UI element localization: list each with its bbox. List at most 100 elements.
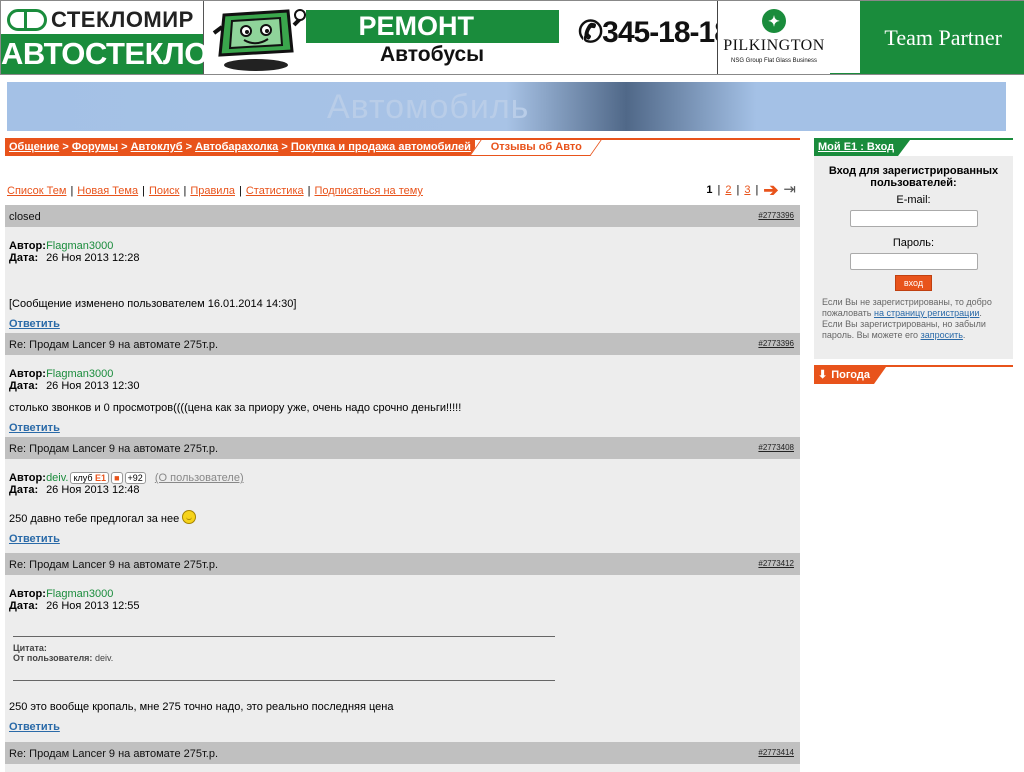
post-header: Re: Продам Lancer 9 на автомате 275т.р. … <box>5 333 800 355</box>
rating-badge[interactable]: +92 <box>124 472 146 484</box>
breadcrumb-current[interactable]: Отзывы об Авто <box>469 140 602 156</box>
reply-link[interactable]: Ответить <box>9 533 60 545</box>
brand-top: СТЕКЛОМИР <box>51 6 194 32</box>
post-header: closed #2773396 <box>5 205 800 227</box>
login-button[interactable]: вход <box>894 275 933 291</box>
login-form: Вход для зарегистрированных пользователе… <box>814 156 1013 359</box>
secondary-banner[interactable]: Автомобиль <box>7 82 1006 131</box>
post-date: 26 Ноя 2013 12:48 <box>46 484 140 496</box>
ad-phone: ✆345-18-18 <box>578 16 718 49</box>
reply-link[interactable]: Ответить <box>9 318 60 330</box>
post-title: Re: Продам Lancer 9 на автомате 275т.р. <box>9 748 219 760</box>
login-title: Вход для зарегистрированных пользователе… <box>828 165 999 189</box>
smiley-icon <box>182 510 197 524</box>
statistics-link[interactable]: Статистика <box>246 185 304 197</box>
pilkington-emblem-icon: ✦ <box>762 9 786 33</box>
post-meta: Автор: Flagman3000 <box>9 240 114 252</box>
post-id-link[interactable]: #2773396 <box>758 211 794 220</box>
steklomir-logo[interactable]: СТЕКЛОМИР АВТОСТЕКЛО <box>1 1 208 74</box>
next-page-icon[interactable]: ➔ <box>763 181 778 199</box>
quote-user: deiv. <box>94 653 114 663</box>
email-field[interactable] <box>849 210 978 227</box>
password-field[interactable] <box>849 253 978 270</box>
post-text: 250 это вообще кропаль, мне 275 точно на… <box>9 701 394 713</box>
breadcrumb-buy-sell[interactable]: Покупка и продажа автомобилей <box>291 141 471 153</box>
ad-subtitle: Автобусы <box>380 43 485 66</box>
forum-post: Re: Продам Lancer 9 на автомате 275т.р. … <box>5 437 800 553</box>
post-body: Автор: deiv. клуб E1 ■ +92 (О пользователе)… <box>5 459 800 551</box>
post-title: closed <box>9 211 41 223</box>
post-date: 26 Ноя 2013 12:28 <box>46 252 140 264</box>
breadcrumb-avtobarakholka[interactable]: Автобарахолка <box>195 141 278 153</box>
post-body: Автор: Flagman3000 Дата: 26 Ноя 2013 12:… <box>5 227 800 336</box>
breadcrumb-obshchenie[interactable]: Общение <box>9 141 59 153</box>
post-title: Re: Продам Lancer 9 на автомате 275т.р. <box>9 443 219 455</box>
reply-link[interactable]: Ответить <box>9 422 60 434</box>
email-label: E-mail: <box>896 194 931 206</box>
my-e1-label[interactable]: Мой E1 : Вход <box>814 140 911 156</box>
team-partner: Team Partner <box>830 1 1024 74</box>
reply-link[interactable]: Ответить <box>9 721 60 733</box>
topic-list-link[interactable]: Список Тем <box>7 185 66 197</box>
flag-badge: ■ <box>111 472 123 484</box>
breadcrumb-forumy[interactable]: Форумы <box>72 141 118 153</box>
weather-label[interactable]: ⬇ Погода <box>814 367 886 384</box>
post-author[interactable]: Flagman3000 <box>46 588 113 600</box>
pilkington-tagline: NSG Group Flat Glass Business <box>730 58 818 64</box>
breadcrumb-avtoklub[interactable]: Автоклуб <box>131 141 183 153</box>
post-date: 26 Ноя 2013 12:30 <box>46 380 140 392</box>
club-badge[interactable]: клуб E1 <box>70 472 110 484</box>
my-e1-tab[interactable]: Мой E1 : Вход <box>814 138 1013 156</box>
post-author[interactable]: Flagman3000 <box>46 368 113 380</box>
forum-main: Общение > Форумы > Автоклуб > Автобарахо… <box>5 138 800 772</box>
forum-post: Re: Продам Lancer 9 на автомате 275т.р. … <box>5 333 800 437</box>
about-user-link[interactable]: (О пользователе) <box>155 472 244 484</box>
weather-tab[interactable]: ⬇ Погода <box>814 365 1013 384</box>
new-topic-link[interactable]: Новая Тема <box>77 185 138 197</box>
breadcrumb-trail: Общение > Форумы > Автоклуб > Автобарахо… <box>5 140 475 156</box>
rules-link[interactable]: Правила <box>190 185 235 197</box>
post-id-link[interactable]: #2773414 <box>758 748 794 757</box>
recover-password-link[interactable]: запросить <box>921 330 963 340</box>
post-title: Re: Продам Lancer 9 на автомате 275т.р. <box>9 559 219 571</box>
secondary-banner-text: Автомобиль <box>327 88 530 126</box>
page-current: 1 <box>706 184 713 196</box>
post-id-link[interactable]: #2773408 <box>758 443 794 452</box>
register-link[interactable]: на страницу регистрации <box>874 308 979 318</box>
forum-post: closed #2773396 Автор: Flagman3000 Дата:… <box>5 205 800 333</box>
forum-post: Re: Продам Lancer 9 на автомате 275т.р. … <box>5 553 800 742</box>
breadcrumb: Общение > Форумы > Автоклуб > Автобарахо… <box>5 138 800 156</box>
brand-bottom: АВТОСТЕКЛО <box>1 34 208 74</box>
post-header: Re: Продам Lancer 9 на автомате 275т.р. … <box>5 742 800 764</box>
post-date: 26 Ноя 2013 12:55 <box>46 600 140 612</box>
password-label: Пароль: <box>892 237 935 249</box>
post-text: столько звонков и 0 просмотров((((цена к… <box>9 402 462 414</box>
post-body: Автор: Flagman3000 Дата: 26 Ноя 2013 12:… <box>5 575 800 739</box>
quote-block: Цитата: От пользователя: deiv. <box>13 636 555 681</box>
post-text: [Сообщение изменено пользователем 16.01.… <box>9 298 297 310</box>
page-link-2[interactable]: 2 <box>725 184 731 196</box>
search-link[interactable]: Поиск <box>149 185 179 197</box>
post-header: Re: Продам Lancer 9 на автомате 275т.р. … <box>5 553 800 575</box>
repair-ad[interactable]: РЕМОНТ Автобусы ✆345-18-18 <box>306 1 718 74</box>
forum-toolbar: Список Тем | Новая Тема | Поиск | Правила | Стат… <box>7 180 796 200</box>
post-id-link[interactable]: #2773396 <box>758 339 794 348</box>
top-banner[interactable]: СТЕКЛОМИР АВТОСТЕКЛО РЕМОНТ Автобусы ✆34… <box>0 0 1024 75</box>
post-list: closed #2773396 Автор: Flagman3000 Дата:… <box>5 205 800 772</box>
post-author[interactable]: deiv. <box>46 472 68 484</box>
last-page-icon[interactable]: ⇥ <box>783 182 796 198</box>
post-header: Re: Продам Lancer 9 на автомате 275т.р. … <box>5 437 800 459</box>
steklomir-mark-icon <box>7 8 47 31</box>
subscribe-link[interactable]: Подписаться на тему <box>314 185 422 197</box>
phone-icon: ✆ <box>578 16 603 49</box>
post-title: Re: Продам Lancer 9 на автомате 275т.р. <box>9 339 219 351</box>
ad-title: РЕМОНТ <box>306 10 559 43</box>
post-body: Автор: Flagman3000 Дата: 26 Ноя 2013 12:… <box>5 355 800 440</box>
arrow-down-icon: ⬇ <box>818 369 828 381</box>
sidebar: Мой E1 : Вход Вход для зарегистрированны… <box>814 138 1013 384</box>
pilkington-logo[interactable]: ✦ PILKINGTON NSG Group Flat Glass Busine… <box>717 1 830 74</box>
page-link-3[interactable]: 3 <box>744 184 750 196</box>
post-author[interactable]: Flagman3000 <box>46 240 113 252</box>
post-id-link[interactable]: #2773412 <box>758 559 794 568</box>
windshield-mascot-icon <box>212 9 306 71</box>
